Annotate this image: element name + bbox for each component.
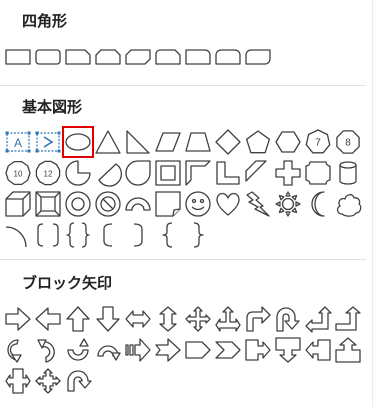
shape-l-shape-icon[interactable] [214,159,242,187]
shape-down-arrow-callout-icon[interactable] [274,336,302,364]
shape-cloud-icon[interactable] [334,190,362,218]
shape-up-arrow-icon[interactable] [64,305,92,333]
shape-teardrop-icon[interactable] [124,159,152,187]
shape-snip-diagonal-corner-rectangle-icon[interactable] [124,43,152,71]
shape-plaque-icon[interactable] [304,159,332,187]
scrollbar-track[interactable] [372,0,373,407]
section-divider [0,259,366,260]
shape-pentagon-icon[interactable] [244,128,272,156]
shape-double-brace-icon[interactable] [64,221,92,249]
shape-round-diagonal-corner-rectangle-icon[interactable] [244,43,272,71]
shape-sun-icon[interactable] [274,190,302,218]
shape-left-bracket-icon[interactable] [94,221,122,249]
shape-snip-same-side-corner-rectangle-icon[interactable] [94,43,122,71]
shape-right-bracket-icon[interactable] [124,221,152,249]
shape-heart-icon[interactable] [214,190,242,218]
svg-text:7: 7 [315,138,321,149]
shape-diamond-icon[interactable] [214,128,242,156]
shape-left-arrow-icon[interactable] [34,305,62,333]
shape-striped-right-arrow-icon[interactable] [124,336,152,364]
shape-double-bracket-icon[interactable] [34,221,62,249]
section-title-block-arrows: ブロック矢印 [22,274,113,292]
shape-decagon-icon[interactable]: 10 [4,159,32,187]
shape-heptagon-icon[interactable]: 7 [304,128,332,156]
shape-oval-icon[interactable] [62,126,94,158]
shape-bent-up-arrow-icon[interactable] [334,305,362,333]
shape-right-brace-icon[interactable] [184,221,212,249]
shape-bent-arrow-icon[interactable] [244,305,272,333]
shape-rectangle-icon[interactable] [4,43,32,71]
section-title-rectangles: 四角形 [22,12,68,30]
shape-text-box-icon[interactable]: A [4,128,32,156]
shape-left-up-arrow-icon[interactable] [304,305,332,333]
shape-smiley-face-icon[interactable] [184,190,212,218]
shape-isosceles-triangle-icon[interactable] [94,128,122,156]
shape-block-arc-icon[interactable] [124,190,152,218]
section-title-basic-shapes: 基本図形 [22,98,83,116]
shape-dodecagon-icon[interactable]: 12 [34,159,62,187]
shape-snip-round-single-corner-rectangle-icon[interactable] [154,43,182,71]
shape-notched-right-arrow-icon[interactable] [154,336,182,364]
shape-left-brace-icon[interactable] [154,221,182,249]
shape-half-frame-icon[interactable] [184,159,212,187]
shape-curved-right-arrow-icon[interactable] [4,336,32,364]
shape-quad-arrow-icon[interactable] [184,305,212,333]
shape-chord-icon[interactable] [94,159,123,187]
shape-snip-single-corner-rectangle-icon[interactable] [64,43,92,71]
shape-quad-arrow-callout-icon[interactable] [34,367,62,395]
shape-hexagon-icon[interactable] [274,128,302,156]
shape-can-icon[interactable] [334,159,362,187]
shape-vertical-text-box-icon[interactable] [34,128,62,156]
shape-octagon-icon[interactable]: 8 [334,128,362,156]
shape-left-arrow-callout-icon[interactable] [304,336,332,364]
shape-donut-icon[interactable] [64,190,92,218]
shape-right-triangle-icon[interactable] [124,128,152,156]
shape-pentagon-arrow-icon[interactable] [184,336,212,364]
shape-down-arrow-icon[interactable] [94,305,122,333]
shape-folded-corner-icon[interactable] [154,190,182,218]
shape-up-arrow-callout-icon[interactable] [334,336,362,364]
shape-cube-icon[interactable] [4,190,32,218]
svg-text:10: 10 [14,170,23,179]
section-divider [0,85,366,86]
shape-trapezoid-icon[interactable] [184,128,212,156]
svg-text:8: 8 [345,138,351,149]
shape-left-right-arrow-callout-icon[interactable] [4,367,32,395]
svg-text:A: A [14,136,22,150]
shape-cross-icon[interactable] [274,159,302,187]
shape-u-turn-arrow-icon[interactable] [274,305,302,333]
shape-no-symbol-icon[interactable] [94,190,122,218]
shape-left-right-up-arrow-icon[interactable] [214,305,242,333]
shape-curved-down-arrow-icon[interactable] [94,336,122,364]
shape-curved-left-arrow-icon[interactable] [34,336,62,364]
shape-right-arrow-icon[interactable] [4,305,32,333]
shape-rounded-rectangle-icon[interactable] [34,43,62,71]
shape-up-down-arrow-icon[interactable] [154,305,182,333]
shape-round-same-side-corner-rectangle-icon[interactable] [214,43,242,71]
shape-diagonal-stripe-icon[interactable] [244,159,272,187]
shape-frame-icon[interactable] [154,159,182,187]
shape-left-right-arrow-icon[interactable] [124,305,152,333]
shape-curved-up-arrow-icon[interactable] [64,336,92,364]
shape-bevel-icon[interactable] [34,190,62,218]
shape-lightning-bolt-icon[interactable] [244,190,272,218]
shape-circular-arrow-icon[interactable] [64,367,92,395]
shape-right-arrow-callout-icon[interactable] [244,336,272,364]
svg-text:12: 12 [44,170,53,179]
shape-arc-icon[interactable] [4,221,32,249]
shape-pie-icon[interactable] [64,159,92,187]
shape-moon-icon[interactable] [304,190,332,218]
shape-parallelogram-icon[interactable] [154,128,182,156]
shape-chevron-icon[interactable] [214,336,242,364]
shape-round-single-corner-rectangle-icon[interactable] [184,43,212,71]
